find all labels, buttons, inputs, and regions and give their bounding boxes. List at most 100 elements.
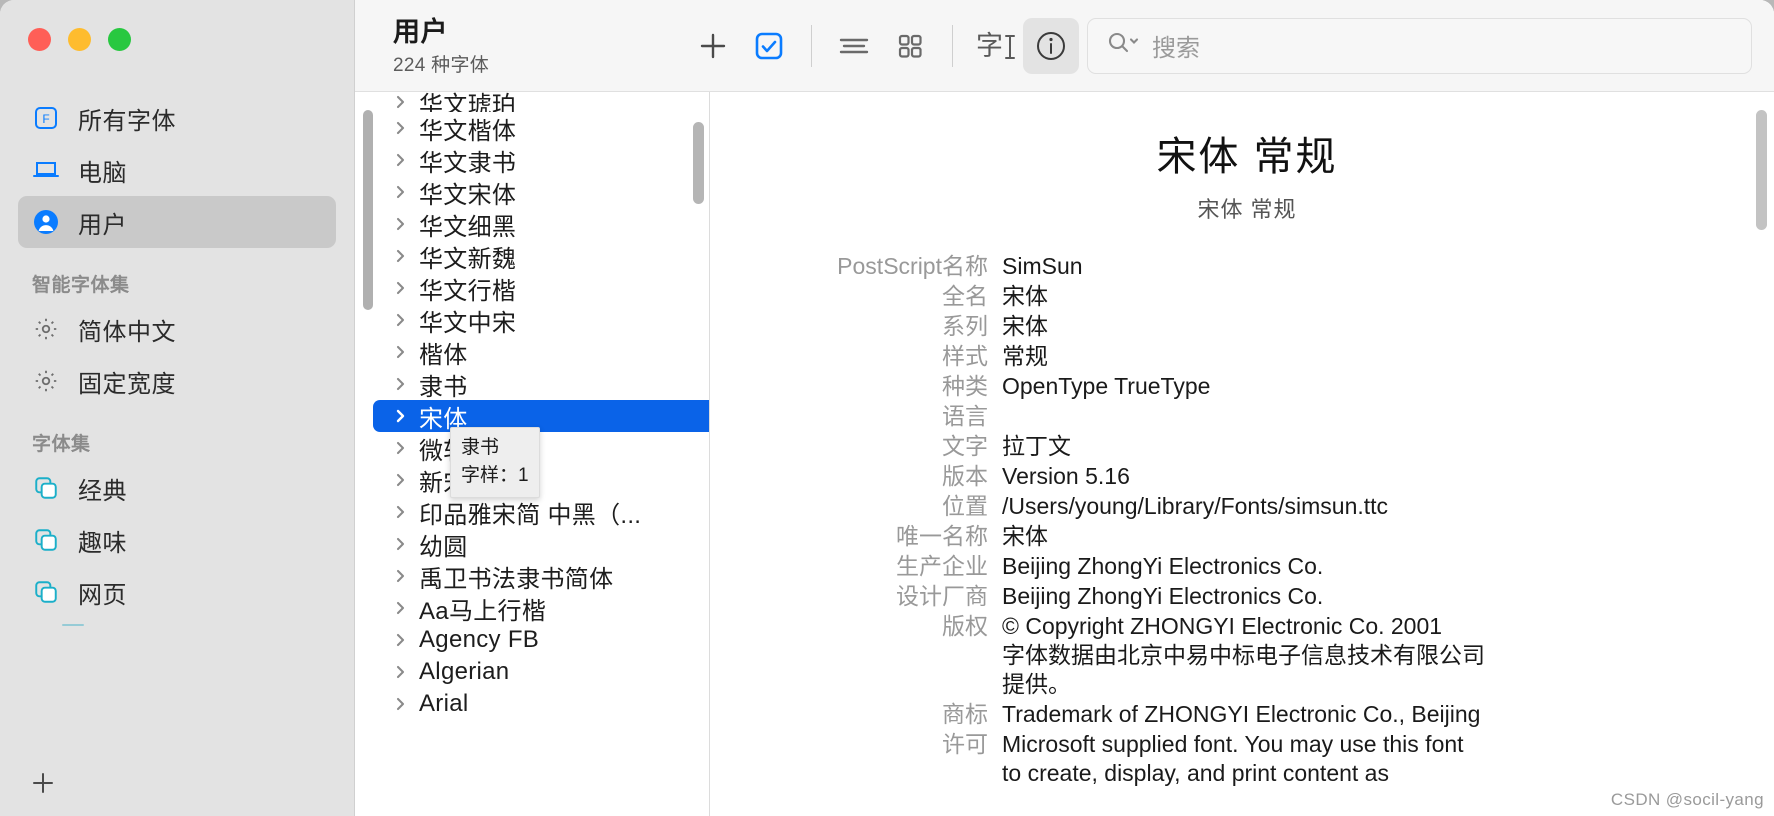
sidebar-item-simplified-chinese[interactable]: 简体中文 <box>18 303 336 355</box>
font-name: 华文楷体 <box>419 117 517 145</box>
font-row-10-selected[interactable]: 宋体 <box>373 400 709 433</box>
detail-table: PostScript名称 SimSun 全名 宋体 系列 宋体 样式 常规 种类… <box>720 252 1774 788</box>
detail-row-version: 版本 Version 5.16 <box>770 462 1774 491</box>
font-row-9[interactable]: 隶书 <box>373 368 699 401</box>
chevron-right-icon[interactable] <box>395 280 407 296</box>
grid-view-button[interactable] <box>882 18 938 74</box>
font-row-14[interactable]: 幼圆 <box>373 528 699 561</box>
font-row-16[interactable]: Aa马上行楷 <box>373 592 699 625</box>
font-row-18[interactable]: Algerian <box>373 656 699 688</box>
chevron-right-icon[interactable] <box>395 632 407 648</box>
chevron-right-icon[interactable] <box>395 440 407 456</box>
detail-key: 商标 <box>942 701 988 727</box>
detail-row-location: 位置 /Users/young/Library/Fonts/simsun.ttc <box>770 492 1774 521</box>
detail-value: © Copyright ZHONGYI Electronic Co. 2001 … <box>1002 613 1485 697</box>
sidebar-scrollbar[interactable] <box>363 110 373 310</box>
sidebar-item-label: 所有字体 <box>78 107 176 135</box>
traffic-lights <box>0 0 354 92</box>
font-row-6[interactable]: 华文行楷 <box>373 272 699 305</box>
search-field[interactable]: 搜索 <box>1087 17 1752 74</box>
font-row-19[interactable]: Arial <box>373 688 699 720</box>
font-row-1[interactable]: 华文楷体 <box>373 112 699 145</box>
sidebar-item-web[interactable]: 网页 <box>18 566 336 618</box>
validate-font-button[interactable] <box>741 18 797 74</box>
toolbar: 用户 224 种字体 字 搜索 <box>355 0 1774 92</box>
font-name: 禹卫书法隶书简体 <box>419 565 614 593</box>
main-area: 用户 224 种字体 字 搜索 华文琥珀 华文楷体 华文隶书 华文宋体 华文细黑… <box>355 0 1774 816</box>
info-button[interactable] <box>1023 17 1079 74</box>
font-name: 楷体 <box>419 341 468 369</box>
font-row-15[interactable]: 禹卫书法隶书简体 <box>373 560 699 593</box>
chevron-right-icon[interactable] <box>395 94 407 110</box>
sidebar-item-fixed-width[interactable]: 固定宽度 <box>18 355 336 407</box>
chevron-right-icon[interactable] <box>395 504 407 520</box>
font-list-rows: 华文琥珀 华文楷体 华文隶书 华文宋体 华文细黑 华文新魏 华文行楷 华文中宋 … <box>355 92 709 720</box>
font-row-2[interactable]: 华文隶书 <box>373 144 699 177</box>
chevron-right-icon[interactable] <box>395 472 407 488</box>
close-button[interactable] <box>28 28 51 51</box>
collection-icon <box>32 526 60 554</box>
detail-row-license: 许可 Microsoft supplied font. You may use … <box>770 730 1774 788</box>
add-collection-button[interactable] <box>26 766 60 800</box>
chevron-right-icon[interactable] <box>395 664 407 680</box>
toolbar-title-block: 用户 224 种字体 <box>355 14 685 77</box>
chevron-right-icon[interactable] <box>395 120 407 136</box>
font-book-window: F 所有字体 电脑 用户 智能字体集 简体中文 固定宽度 字体集 经典 趣味 网… <box>0 0 1774 816</box>
font-row-3[interactable]: 华文宋体 <box>373 176 699 209</box>
chevron-right-icon[interactable] <box>395 248 407 264</box>
chevron-right-icon[interactable] <box>395 408 407 424</box>
detail-key: 唯一名称 <box>896 523 988 549</box>
chevron-right-icon[interactable] <box>395 312 407 328</box>
collection-icon <box>32 474 60 502</box>
detail-key: PostScript名称 <box>837 253 988 279</box>
zoom-button[interactable] <box>108 28 131 51</box>
font-row-0[interactable]: 华文琥珀 <box>373 92 699 112</box>
font-row-17[interactable]: Agency FB <box>373 624 699 656</box>
chevron-right-icon[interactable] <box>395 696 407 712</box>
sidebar-item-all-fonts[interactable]: F 所有字体 <box>18 92 336 144</box>
list-view-button[interactable] <box>826 18 882 74</box>
add-font-button[interactable] <box>685 18 741 74</box>
sidebar-item-user[interactable]: 用户 <box>18 196 336 248</box>
chevron-right-icon[interactable] <box>395 536 407 552</box>
sidebar-item-computer[interactable]: 电脑 <box>18 144 336 196</box>
detail-value: Microsoft supplied font. You may use thi… <box>1002 731 1464 786</box>
chevron-right-icon[interactable] <box>395 376 407 392</box>
toolbar-right: 搜索 <box>1079 17 1774 74</box>
sample-text-button[interactable]: 字 <box>967 18 1023 74</box>
sidebar-item-label: 电脑 <box>78 159 127 187</box>
font-row-4[interactable]: 华文细黑 <box>373 208 699 241</box>
sidebar-item-classic[interactable]: 经典 <box>18 462 336 514</box>
detail-row-kind: 种类 OpenType TrueType <box>770 372 1774 401</box>
font-name: Agency FB <box>419 626 540 653</box>
detail-key: 系列 <box>942 313 988 339</box>
detail-row-postscript-name: PostScript名称 SimSun <box>770 252 1774 281</box>
font-name: 隶书 <box>419 373 468 401</box>
detail-key: 版本 <box>942 463 988 489</box>
font-row-13[interactable]: 印品雅宋简 中黑（... <box>373 496 699 529</box>
chevron-right-icon[interactable] <box>395 600 407 616</box>
detail-key: 许可 <box>942 731 988 757</box>
font-row-7[interactable]: 华文中宋 <box>373 304 699 337</box>
detail-scrollbar[interactable] <box>1756 110 1767 230</box>
detail-key: 全名 <box>942 283 988 309</box>
font-list-scrollbar[interactable] <box>693 122 704 204</box>
search-placeholder: 搜索 <box>1152 35 1200 62</box>
font-row-5[interactable]: 华文新魏 <box>373 240 699 273</box>
detail-value: Trademark of ZHONGYI Electronic Co., Bei… <box>1002 701 1481 727</box>
chevron-right-icon[interactable] <box>395 568 407 584</box>
minimize-button[interactable] <box>68 28 91 51</box>
chevron-right-icon[interactable] <box>395 344 407 360</box>
detail-key: 语言 <box>942 403 988 429</box>
chevron-right-icon[interactable] <box>395 216 407 232</box>
sidebar-item-fun[interactable]: 趣味 <box>18 514 336 566</box>
chevron-right-icon[interactable] <box>395 184 407 200</box>
detail-row-unique-name: 唯一名称 宋体 <box>770 522 1774 551</box>
chevron-right-icon[interactable] <box>395 152 407 168</box>
detail-row-script: 文字 拉丁文 <box>770 432 1774 461</box>
font-row-8[interactable]: 楷体 <box>373 336 699 369</box>
font-detail-panel: 宋体 常规 宋体 常规 PostScript名称 SimSun 全名 宋体 系列… <box>710 92 1774 816</box>
sidebar-item-label: 趣味 <box>78 529 127 557</box>
detail-row-family: 系列 宋体 <box>770 312 1774 341</box>
font-name: 华文行楷 <box>419 277 517 305</box>
